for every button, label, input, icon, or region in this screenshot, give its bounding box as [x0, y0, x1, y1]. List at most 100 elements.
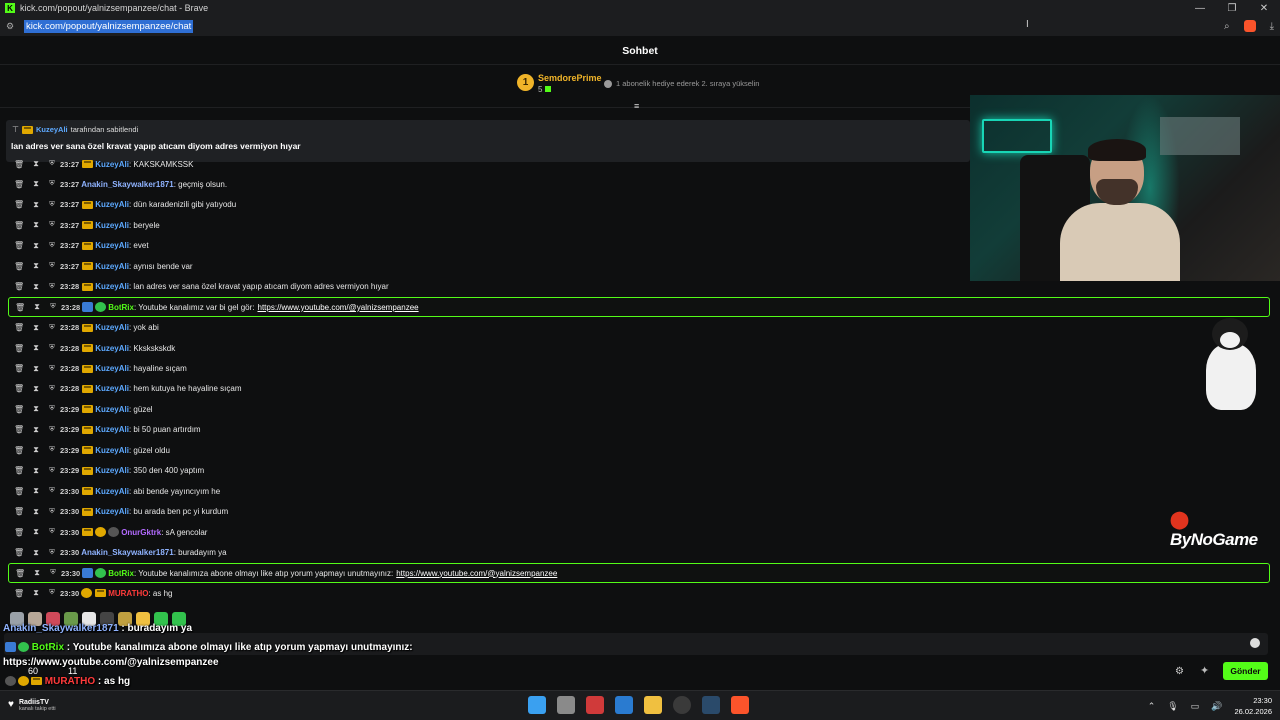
timeout-icon[interactable]: ⧗ — [31, 425, 41, 435]
ban-icon[interactable]: ⛨ — [47, 324, 57, 332]
timeout-icon[interactable]: ⧗ — [31, 486, 41, 496]
ban-icon[interactable]: ⛨ — [47, 160, 57, 168]
delete-message-icon[interactable]: 🗑 — [14, 405, 24, 414]
brave-shields-icon[interactable] — [1243, 20, 1256, 32]
ban-icon[interactable]: ⛨ — [48, 303, 58, 311]
delete-message-icon[interactable]: 🗑 — [14, 384, 24, 393]
ban-icon[interactable]: ⛨ — [47, 283, 57, 291]
delete-message-icon[interactable]: 🗑 — [14, 364, 24, 373]
pinned-user[interactable]: KuzeyAli — [36, 125, 68, 134]
message-username[interactable]: OnurGktrk — [121, 528, 161, 537]
delete-message-icon[interactable]: 🗑 — [14, 160, 24, 169]
message-username[interactable]: KuzeyAli — [95, 487, 129, 496]
ban-icon[interactable]: ⛨ — [48, 569, 58, 577]
message-username[interactable]: KuzeyAli — [95, 364, 129, 373]
ban-icon[interactable]: ⛨ — [47, 446, 57, 454]
collapse-toggle-icon[interactable]: ≡ — [634, 101, 639, 111]
message-username[interactable]: KuzeyAli — [95, 323, 129, 332]
message-username[interactable]: BotRix — [108, 569, 134, 578]
steam-icon[interactable] — [702, 696, 720, 714]
timeout-icon[interactable]: ⧗ — [31, 282, 41, 292]
ban-icon[interactable]: ⛨ — [47, 344, 57, 352]
message-username[interactable]: KuzeyAli — [95, 200, 129, 209]
message-username[interactable]: Anakin_Skaywalker1871 — [81, 548, 174, 557]
display-icon[interactable]: ▭ — [1191, 701, 1200, 712]
ban-icon[interactable]: ⛨ — [47, 589, 57, 597]
ban-icon[interactable]: ⛨ — [47, 549, 57, 557]
timeout-icon[interactable]: ⧗ — [31, 200, 41, 210]
timeout-icon[interactable]: ⧗ — [31, 220, 41, 230]
timeout-icon[interactable]: ⧗ — [31, 527, 41, 537]
message-username[interactable]: KuzeyAli — [95, 384, 129, 393]
message-username[interactable]: KuzeyAli — [95, 405, 129, 414]
ban-icon[interactable]: ⛨ — [47, 180, 57, 188]
message-username[interactable]: KuzeyAli — [95, 344, 129, 353]
delete-message-icon[interactable]: 🗑 — [14, 507, 24, 516]
delete-message-icon[interactable]: 🗑 — [14, 282, 24, 291]
microphone-icon[interactable]: 🎙 — [1167, 701, 1178, 712]
delete-message-icon[interactable]: 🗑 — [14, 528, 24, 537]
delete-message-icon[interactable]: 🗑 — [15, 569, 25, 578]
chat-settings-icon[interactable]: ⚙ — [1175, 666, 1184, 677]
ban-icon[interactable]: ⛨ — [47, 201, 57, 209]
message-username[interactable]: KuzeyAli — [95, 282, 129, 291]
message-username[interactable]: KuzeyAli — [95, 160, 129, 169]
timeout-icon[interactable]: ⧗ — [31, 445, 41, 455]
volume-icon[interactable]: 🔊 — [1211, 701, 1222, 712]
url-field[interactable]: kick.com/popout/yalnizsempanzee/chat — [24, 19, 194, 33]
ban-icon[interactable]: ⛨ — [47, 405, 57, 413]
timeout-icon[interactable]: ⧗ — [31, 323, 41, 333]
timeout-icon[interactable]: ⧗ — [31, 364, 41, 374]
timeout-icon[interactable]: ⧗ — [31, 384, 41, 394]
send-button[interactable]: Gönder — [1223, 662, 1268, 680]
delete-message-icon[interactable]: 🗑 — [15, 303, 25, 312]
timeout-icon[interactable]: ⧗ — [31, 507, 41, 517]
timeout-icon[interactable]: ⧗ — [31, 159, 41, 169]
zoom-icon[interactable]: ⌕ — [1224, 21, 1230, 32]
message-username[interactable]: Anakin_Skaywalker1871 — [81, 180, 174, 189]
ban-icon[interactable]: ⛨ — [47, 528, 57, 536]
ban-icon[interactable]: ⛨ — [47, 221, 57, 229]
site-settings-icon[interactable]: ⚙ — [0, 21, 20, 32]
ban-icon[interactable]: ⛨ — [47, 467, 57, 475]
timeout-icon[interactable]: ⧗ — [31, 261, 41, 271]
timeout-icon[interactable]: ⧗ — [31, 343, 41, 353]
ban-icon[interactable]: ⛨ — [47, 385, 57, 393]
timeout-icon[interactable]: ⧗ — [32, 302, 42, 312]
timeout-icon[interactable]: ⧗ — [31, 404, 41, 414]
message-username[interactable]: MURATHO — [108, 589, 148, 598]
leader-name[interactable]: SemdorePrime — [538, 73, 602, 83]
delete-message-icon[interactable]: 🗑 — [14, 487, 24, 496]
brave-browser-icon[interactable] — [731, 696, 749, 714]
delete-message-icon[interactable]: 🗑 — [14, 446, 24, 455]
emoji-picker-icon[interactable] — [1250, 638, 1260, 648]
ban-icon[interactable]: ⛨ — [47, 426, 57, 434]
delete-message-icon[interactable]: 🗑 — [14, 180, 24, 189]
ban-icon[interactable]: ⛨ — [47, 487, 57, 495]
ban-icon[interactable]: ⛨ — [47, 262, 57, 270]
file-explorer-icon[interactable] — [644, 696, 662, 714]
channel-points-icon[interactable]: ✦ — [1200, 664, 1216, 678]
timeout-icon[interactable]: ⧗ — [31, 179, 41, 189]
message-link[interactable]: https://www.youtube.com/@yalnizsempanzee — [396, 569, 557, 578]
minimize-button[interactable]: — — [1184, 0, 1216, 16]
obs-icon[interactable] — [673, 696, 691, 714]
delete-message-icon[interactable]: 🗑 — [14, 221, 24, 230]
delete-message-icon[interactable]: 🗑 — [14, 323, 24, 332]
message-username[interactable]: KuzeyAli — [95, 466, 129, 475]
task-view-icon[interactable] — [557, 696, 575, 714]
ban-icon[interactable]: ⛨ — [47, 242, 57, 250]
windows-start-icon[interactable] — [528, 696, 546, 714]
timeout-icon[interactable]: ⧗ — [31, 241, 41, 251]
timeout-icon[interactable]: ⧗ — [31, 548, 41, 558]
tray-chevron-icon[interactable]: ⌃ — [1148, 701, 1156, 712]
delete-message-icon[interactable]: 🗑 — [14, 589, 24, 598]
photos-icon[interactable] — [615, 696, 633, 714]
delete-message-icon[interactable]: 🗑 — [14, 425, 24, 434]
delete-message-icon[interactable]: 🗑 — [14, 262, 24, 271]
message-username[interactable]: KuzeyAli — [95, 221, 129, 230]
delete-message-icon[interactable]: 🗑 — [14, 344, 24, 353]
timeout-icon[interactable]: ⧗ — [31, 588, 41, 598]
message-username[interactable]: KuzeyAli — [95, 241, 129, 250]
message-username[interactable]: KuzeyAli — [95, 262, 129, 271]
